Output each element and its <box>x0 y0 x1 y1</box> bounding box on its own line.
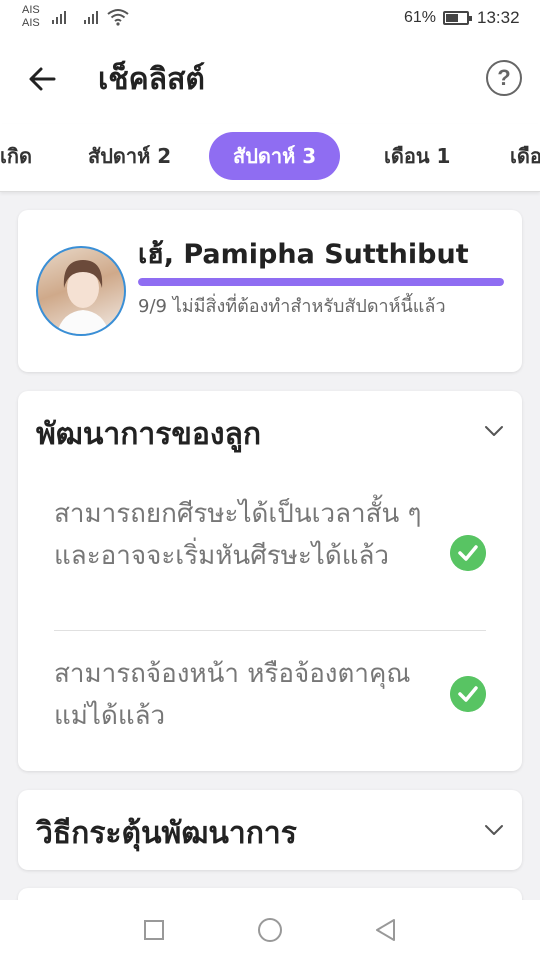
greeting: เฮ้, Pamipha Sutthibut <box>138 239 469 270</box>
stimulation-title[interactable]: วิธีกระตุ้นพัฒนาการ <box>36 810 297 857</box>
recent-apps-icon[interactable] <box>144 920 164 940</box>
signal-icon-2 <box>84 10 98 24</box>
wifi-icon <box>107 9 129 26</box>
check-icon <box>450 535 486 571</box>
check-icon <box>450 676 486 712</box>
avatar-image <box>56 260 110 334</box>
carrier-label-2: AIS <box>22 17 40 29</box>
home-icon[interactable] <box>258 918 282 942</box>
arrow-left-icon[interactable] <box>26 62 60 96</box>
clock: 13:32 <box>477 8 520 27</box>
carrier-label-1: AIS <box>22 4 40 16</box>
back-icon[interactable] <box>374 918 398 942</box>
avatar <box>36 246 126 336</box>
chevron-down-icon[interactable] <box>484 421 504 441</box>
tab-week-3[interactable]: สัปดาห์ 3 <box>209 132 341 180</box>
divider <box>54 630 486 631</box>
battery-icon <box>443 11 472 25</box>
tab-month-1[interactable]: เดือน 1 <box>384 132 450 180</box>
tab-week-2[interactable]: สัปดาห์ 2 <box>88 132 171 180</box>
status-bar: AIS AIS 61% 13:32 <box>0 0 540 36</box>
progress-bar <box>138 278 504 286</box>
development-title[interactable]: พัฒนาการของลูก <box>36 411 261 458</box>
development-item-2: สามารถจ้องหน้า หรือจ้องตาคุณแม่ได้แล้ว <box>54 659 411 731</box>
development-section: พัฒนาการของลูก สามารถยกศีรษะได้เป็นเวลาส… <box>18 391 522 771</box>
tab-month-next[interactable]: เดือ <box>510 132 540 180</box>
help-icon[interactable]: ? <box>486 60 522 96</box>
signal-icon <box>52 10 66 24</box>
week-tabs: เกิด สัปดาห์ 2 สัปดาห์ 3 เดือน 1 เดือ <box>0 124 540 192</box>
carrier-labels: AIS AIS <box>22 4 40 30</box>
page-title: เช็คลิสต์ <box>98 62 205 97</box>
app-bar: เช็คลิสต์ ? <box>0 36 540 124</box>
checklist-summary: 9/9 ไม่มีสิ่งที่ต้องทำสำหรับสัปดาห์นี้แล… <box>138 296 446 317</box>
progress-fill <box>138 278 504 286</box>
stimulation-section[interactable]: วิธีกระตุ้นพัฒนาการ <box>18 790 522 870</box>
battery-percent: 61% <box>404 9 437 26</box>
tab-birth[interactable]: เกิด <box>0 132 32 180</box>
development-item-1: สามารถยกศีรษะได้เป็นเวลาสั้น ๆ และอาจจะเ… <box>54 499 422 571</box>
system-nav-bar <box>0 900 540 960</box>
chevron-down-icon[interactable] <box>484 820 504 840</box>
profile-card: เฮ้, Pamipha Sutthibut 9/9 ไม่มีสิ่งที่ต… <box>18 210 522 372</box>
battery-fill <box>446 14 459 22</box>
